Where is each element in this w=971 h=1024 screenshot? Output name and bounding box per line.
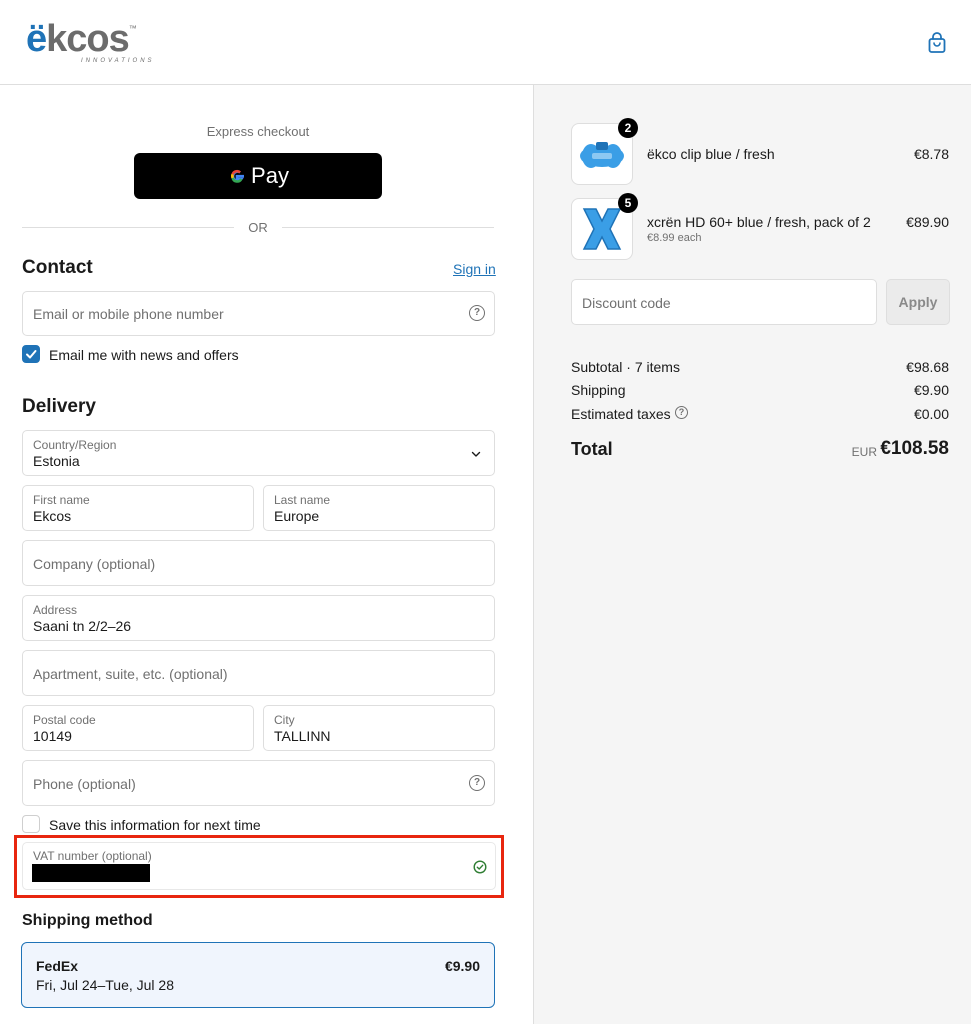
express-checkout-title: Express checkout xyxy=(206,124,310,139)
save-info-checkbox[interactable] xyxy=(22,815,40,833)
google-g-icon xyxy=(231,169,245,183)
news-checkbox-label[interactable]: Email me with news and offers xyxy=(49,347,239,363)
city-value: TALLINN xyxy=(274,728,331,744)
checkout-form: Express checkout Pay OR Contact Sign in … xyxy=(0,85,533,1024)
country-select[interactable]: Country/Region Estonia xyxy=(22,430,495,476)
address-value: Saani tn 2/2–26 xyxy=(33,618,132,634)
logo-tagline: INNOVATIONS xyxy=(81,58,155,64)
item-price: €8.78 xyxy=(913,146,949,162)
quantity-badge: 2 xyxy=(618,118,638,138)
item-name: xcrën HD 60+ blue / fresh, pack of 2 xyxy=(647,214,871,230)
vat-highlight-box: VAT number (optional) xyxy=(14,835,504,898)
country-label: Country/Region xyxy=(33,438,117,452)
total-label: Total xyxy=(571,439,613,459)
phone-field[interactable]: Phone (optional) ? xyxy=(22,760,495,806)
apartment-placeholder: Apartment, suite, etc. (optional) xyxy=(33,666,228,682)
order-summary: 2 ëkco clip blue / fresh €8.78 5 xcrën H… xyxy=(533,85,971,1024)
item-name: ëkco clip blue / fresh xyxy=(647,146,775,162)
last-name-value: Europe xyxy=(274,508,320,524)
checkmark-icon xyxy=(26,350,37,359)
company-placeholder: Company (optional) xyxy=(33,556,156,572)
email-field[interactable]: Email or mobile phone number ? xyxy=(22,291,495,336)
check-circle-icon xyxy=(473,860,487,874)
first-name-value: Ekcos xyxy=(33,508,72,524)
vat-number-label: VAT number (optional) xyxy=(33,849,152,863)
subtotal-label: Subtotal · 7 items xyxy=(571,359,680,375)
city-field[interactable]: City TALLINN xyxy=(263,705,495,751)
shipping-option-fedex[interactable]: FedEx Fri, Jul 24–Tue, Jul 28 €9.90 xyxy=(21,942,495,1008)
header: ëkcos™ INNOVATIONS xyxy=(0,0,971,85)
postal-code-field[interactable]: Postal code 10149 xyxy=(22,705,254,751)
last-name-field[interactable]: Last name Europe xyxy=(263,485,495,531)
postal-code-label: Postal code xyxy=(33,713,96,727)
ekcos-logo[interactable]: ëkcos™ INNOVATIONS xyxy=(26,18,152,64)
info-icon[interactable]: ? xyxy=(675,406,688,419)
total-value: €108.58 xyxy=(880,438,949,459)
shipping-name: FedEx xyxy=(36,958,79,974)
item-unit-price: €8.99 each xyxy=(647,232,702,244)
shopping-bag-icon[interactable] xyxy=(925,31,949,55)
last-name-label: Last name xyxy=(274,493,331,507)
company-field[interactable]: Company (optional) xyxy=(22,540,495,586)
google-pay-button[interactable]: Pay xyxy=(134,153,382,199)
google-pay-label: Pay xyxy=(251,163,289,188)
address-label: Address xyxy=(33,603,78,617)
delivery-heading: Delivery xyxy=(22,396,96,417)
news-checkbox[interactable] xyxy=(22,345,40,363)
chevron-down-icon xyxy=(471,451,481,457)
shipping-value: €9.90 xyxy=(913,382,949,398)
divider xyxy=(282,227,494,228)
quantity-badge: 5 xyxy=(618,193,638,213)
postal-code-value: 10149 xyxy=(33,728,72,744)
logo-trademark: ™ xyxy=(128,24,137,33)
shipping-method-heading: Shipping method xyxy=(22,912,153,929)
product-thumbnail: 2 xyxy=(571,118,638,185)
apartment-field[interactable]: Apartment, suite, etc. (optional) xyxy=(22,650,495,696)
total-currency: EUR xyxy=(851,445,877,459)
first-name-field[interactable]: First name Ekcos xyxy=(22,485,254,531)
save-info-label[interactable]: Save this information for next time xyxy=(49,817,261,833)
item-price: €89.90 xyxy=(906,214,949,230)
address-field[interactable]: Address Saani tn 2/2–26 xyxy=(22,595,495,641)
discount-code-input[interactable]: Discount code xyxy=(571,279,877,325)
apply-button[interactable]: Apply xyxy=(886,279,950,325)
subtotal-value: €98.68 xyxy=(906,359,949,375)
sign-in-link[interactable]: Sign in xyxy=(453,261,496,277)
country-value: Estonia xyxy=(33,453,80,469)
vat-number-field[interactable]: VAT number (optional) xyxy=(22,842,496,890)
help-icon[interactable]: ? xyxy=(469,775,485,791)
logo-wordmark: ëkcos xyxy=(26,18,130,60)
taxes-value: €0.00 xyxy=(913,406,949,422)
shipping-dates: Fri, Jul 24–Tue, Jul 28 xyxy=(36,977,174,993)
email-placeholder: Email or mobile phone number xyxy=(33,306,224,322)
redacted-value xyxy=(32,864,150,882)
help-icon[interactable]: ? xyxy=(469,305,485,321)
discount-placeholder: Discount code xyxy=(582,295,671,311)
shipping-label: Shipping xyxy=(571,382,626,398)
city-label: City xyxy=(274,713,295,727)
taxes-label: Estimated taxes xyxy=(571,406,671,422)
phone-placeholder: Phone (optional) xyxy=(33,776,136,792)
contact-heading: Contact xyxy=(22,257,93,278)
first-name-label: First name xyxy=(33,493,90,507)
product-thumbnail: 5 xyxy=(571,193,638,260)
shipping-price: €9.90 xyxy=(444,958,480,974)
